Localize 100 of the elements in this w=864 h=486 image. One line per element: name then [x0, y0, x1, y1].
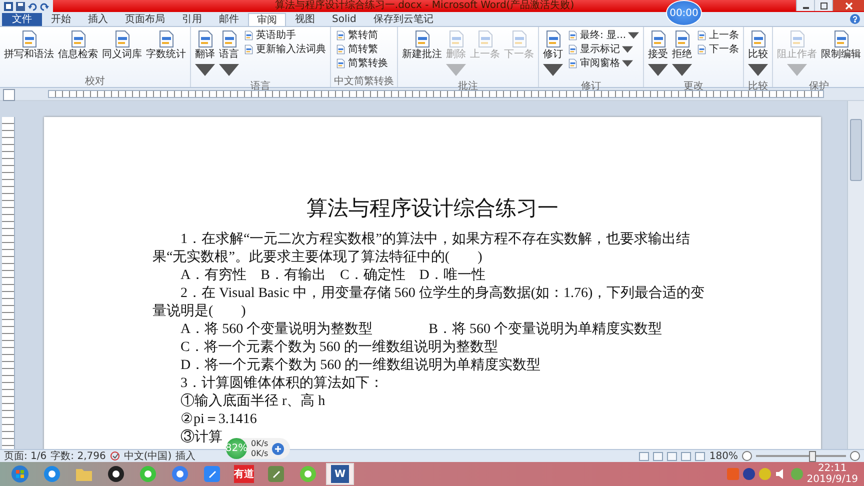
page-icon [567, 58, 578, 68]
ribbon-button[interactable]: 显示标记 [566, 42, 640, 56]
ribbon-tab[interactable]: 引用 [174, 13, 210, 26]
ring-icon [139, 465, 157, 483]
ribbon-button[interactable]: 繁转简 [334, 28, 389, 42]
language-status[interactable]: 中文(中国) [124, 449, 172, 463]
text-line: B．将 560 个变量说明为单精度实数型 [428, 321, 662, 339]
text-line: ②pi＝3.1416 [180, 411, 257, 429]
page-icon [335, 44, 346, 54]
ribbon-button[interactable]: 新建批注 [401, 28, 443, 61]
start-orb-icon [11, 465, 29, 483]
page-icon [243, 30, 254, 40]
ribbon-button[interactable]: 接受 [647, 28, 670, 81]
help-icon[interactable] [850, 14, 860, 24]
ring-icon [299, 465, 317, 483]
ribbon-tab[interactable]: 审阅 [248, 13, 286, 26]
page-icon [335, 58, 346, 68]
taskbar-app[interactable]: W [326, 463, 354, 485]
close-icon [844, 2, 852, 10]
ribbon-button[interactable]: 最终: 显... [566, 28, 640, 42]
pencil-icon [267, 465, 285, 483]
redo-icon[interactable] [40, 2, 49, 10]
page-icon [696, 30, 708, 40]
ruler-toggle[interactable] [3, 89, 15, 101]
tray-icon[interactable] [758, 468, 771, 480]
ribbon-button[interactable]: 简繁转换 [334, 56, 389, 70]
pencil-icon [203, 465, 221, 483]
draft-button[interactable] [695, 452, 706, 460]
ribbon-button[interactable]: 翻译 [194, 28, 216, 81]
upload-rate: 0K/s [251, 438, 268, 448]
text-line: D．将一个元素个数为 560 的一维数组说明为单精度实数型 [180, 357, 541, 375]
page-icon [567, 44, 578, 54]
zoom-out-button[interactable] [742, 451, 752, 461]
page-icon [243, 44, 254, 54]
ring-icon [107, 465, 125, 483]
text-line: A．有穷性 B．有输出 C．确定性 D．唯一性 [180, 267, 486, 285]
ribbon-tab[interactable]: 页面布局 [117, 13, 173, 26]
ribbon-tab[interactable]: Solid [324, 13, 364, 26]
proofing-icon[interactable] [110, 451, 120, 461]
ribbon-button[interactable]: 拒绝 [671, 28, 694, 81]
maximize-icon [820, 2, 828, 10]
paragraph: 2．在 Visual Basic 中，用变量存储 560 位学生的身高数据(如：1.76)，下列最合适的变量说明是( ) [152, 285, 706, 321]
ring-icon [43, 465, 61, 483]
page-icon [567, 30, 578, 40]
zoom-in-button[interactable] [850, 451, 860, 461]
outline-button[interactable] [681, 452, 692, 460]
clock-date[interactable]: 2019/9/19 [806, 474, 858, 485]
text-line: ③计算 [180, 429, 222, 447]
text-line: C．将一个元素个数为 560 的一维数组说明为整数型 [180, 339, 498, 357]
ribbon-button[interactable]: 限制编辑 [820, 28, 862, 61]
group-label: 中文简繁转换 [334, 76, 394, 87]
web-layout-button[interactable] [667, 452, 678, 460]
scrollbar[interactable] [847, 101, 864, 449]
text-line: ①输入底面半径 r、高 h [180, 393, 326, 411]
ribbon-button[interactable]: 更新输入法词典 [242, 42, 327, 56]
text-line: 3．计算圆锥体体积的算法如下： [180, 375, 384, 393]
insert-mode[interactable]: 插入 [176, 449, 196, 463]
page-icon [335, 30, 346, 40]
zoom-thumb[interactable] [808, 450, 816, 462]
ribbon-button[interactable]: 信息检索 [57, 28, 99, 61]
ribbon-button[interactable]: 语言 [218, 28, 240, 81]
ribbon-tab[interactable]: 保存到云笔记 [365, 13, 442, 26]
ribbon-button[interactable]: 比较 [747, 28, 770, 81]
ribbon-button[interactable]: 审阅窗格 [566, 56, 640, 70]
ribbon-button[interactable]: 字数统计 [145, 28, 187, 61]
text-line: A．将 560 个变量说明为整数型 [180, 321, 373, 339]
minimize-button[interactable] [796, 0, 814, 11]
ribbon-tab[interactable]: 邮件 [211, 13, 247, 26]
ribbon-button[interactable]: 英语助手 [242, 28, 327, 42]
page-count[interactable]: 页面: 1/6 [4, 449, 47, 463]
ribbon-tab[interactable]: 文件 [2, 13, 42, 26]
ribbon-button[interactable]: 下一条 [695, 42, 740, 56]
ribbon-tab[interactable]: 开始 [43, 13, 79, 26]
ribbon-tab[interactable]: 插入 [80, 13, 116, 26]
ribbon-tab[interactable]: 视图 [287, 13, 323, 26]
reading-view-button[interactable] [653, 452, 664, 460]
print-layout-button[interactable] [639, 452, 650, 460]
ribbon-button[interactable]: 修订 [542, 28, 564, 81]
scroll-thumb[interactable] [850, 119, 862, 181]
close-button[interactable] [832, 0, 864, 11]
ring-icon [171, 465, 189, 483]
ribbon-button[interactable]: 简转繁 [334, 42, 389, 56]
tray-icon[interactable] [742, 468, 755, 480]
group-label: 批注 [457, 81, 479, 92]
group-label: 更改 [682, 81, 705, 92]
zoom-percent[interactable]: 180% [709, 450, 738, 462]
page-icon [696, 44, 708, 54]
clock-time[interactable]: 22:11 [818, 463, 847, 474]
group-label: 语言 [250, 81, 272, 92]
ribbon-button[interactable]: 上一条 [695, 28, 740, 42]
ribbon-button[interactable]: 同义词库 [101, 28, 143, 61]
plus-icon[interactable] [272, 442, 284, 454]
group-label: 修订 [580, 81, 602, 92]
save-icon[interactable] [16, 2, 25, 10]
word-count[interactable]: 字数: 2,796 [50, 449, 106, 463]
group-label: 校对 [84, 76, 106, 87]
maximize-button[interactable] [814, 0, 832, 11]
ribbon-button[interactable]: 拼写和语法 [3, 28, 55, 61]
paragraph: 1．在求解“一元二次方程实数根”的算法中，如果方程不存在实数解，也要求输出结果“无实数根”。此要求主要体现了算法特征中的( ) [152, 231, 691, 267]
undo-icon[interactable] [28, 2, 37, 10]
